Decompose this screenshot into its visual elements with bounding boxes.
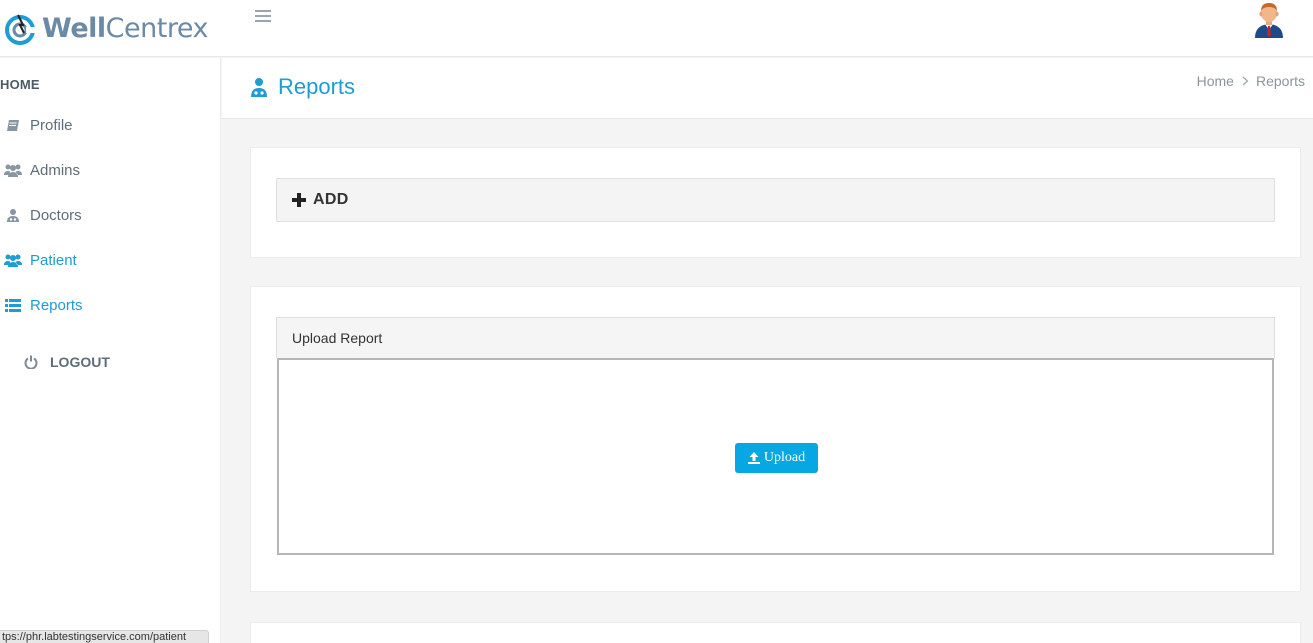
- upload-panel-title: Upload Report: [276, 317, 1275, 358]
- sidebar-item-label: Doctors: [30, 206, 82, 224]
- logout-button[interactable]: LOGOUT: [24, 354, 110, 370]
- list-icon: [4, 297, 22, 313]
- next-card: [250, 622, 1301, 643]
- plus-icon: [292, 193, 306, 207]
- chevron-right-icon: [1242, 76, 1249, 86]
- logo-icon: [5, 14, 38, 45]
- top-bar: WellCentrex: [0, 0, 1313, 57]
- logo-text-rest: Centrex: [105, 12, 209, 44]
- upload-button-label: Upload: [763, 450, 806, 465]
- sidebar-item-admins[interactable]: Admins: [4, 159, 80, 181]
- sidebar: HOME Profile Admins Doctors Patient Repo…: [0, 58, 221, 643]
- book-icon: [4, 117, 22, 133]
- wellcentrex-logo[interactable]: WellCentrex: [4, 8, 208, 48]
- users-icon: [4, 252, 22, 268]
- sidebar-item-label: Profile: [30, 116, 73, 134]
- upload-card: Upload Report Upload: [250, 286, 1301, 592]
- sidebar-item-patient[interactable]: Patient: [4, 249, 77, 271]
- page-header: Reports Home Reports: [222, 58, 1313, 119]
- sidebar-item-label: Reports: [30, 296, 83, 314]
- user-md-icon: [4, 207, 22, 223]
- power-icon: [24, 355, 38, 370]
- user-md-icon: [250, 77, 268, 97]
- sidebar-home-label[interactable]: HOME: [0, 77, 40, 92]
- users-icon: [4, 162, 22, 178]
- breadcrumb-home[interactable]: Home: [1197, 73, 1234, 89]
- add-report-toggle[interactable]: ADD: [276, 178, 1275, 222]
- sidebar-item-label: Admins: [30, 161, 81, 179]
- logo-text-bold: Well: [42, 12, 106, 44]
- logout-label: LOGOUT: [50, 354, 110, 370]
- logo-text: WellCentrex: [42, 15, 208, 42]
- menu-toggle-icon[interactable]: [255, 10, 271, 24]
- add-card: ADD: [250, 147, 1301, 258]
- sidebar-item-reports[interactable]: Reports: [4, 294, 83, 316]
- add-label: ADD: [313, 191, 349, 208]
- sidebar-item-label: Patient: [30, 251, 77, 269]
- sidebar-item-profile[interactable]: Profile: [4, 114, 73, 136]
- sidebar-item-doctors[interactable]: Doctors: [4, 204, 82, 226]
- page-title: Reports: [250, 74, 355, 100]
- breadcrumb-current: Reports: [1255, 73, 1305, 89]
- browser-status-url: tps://phr.labtestingservice.com/patient: [0, 630, 209, 643]
- upload-drop-zone[interactable]: Upload: [277, 358, 1274, 555]
- user-avatar[interactable]: [1252, 0, 1286, 38]
- page-title-text: Reports: [278, 74, 356, 99]
- upload-button[interactable]: Upload: [735, 443, 818, 473]
- upload-icon: [747, 452, 760, 464]
- breadcrumb: Home Reports: [1197, 73, 1305, 89]
